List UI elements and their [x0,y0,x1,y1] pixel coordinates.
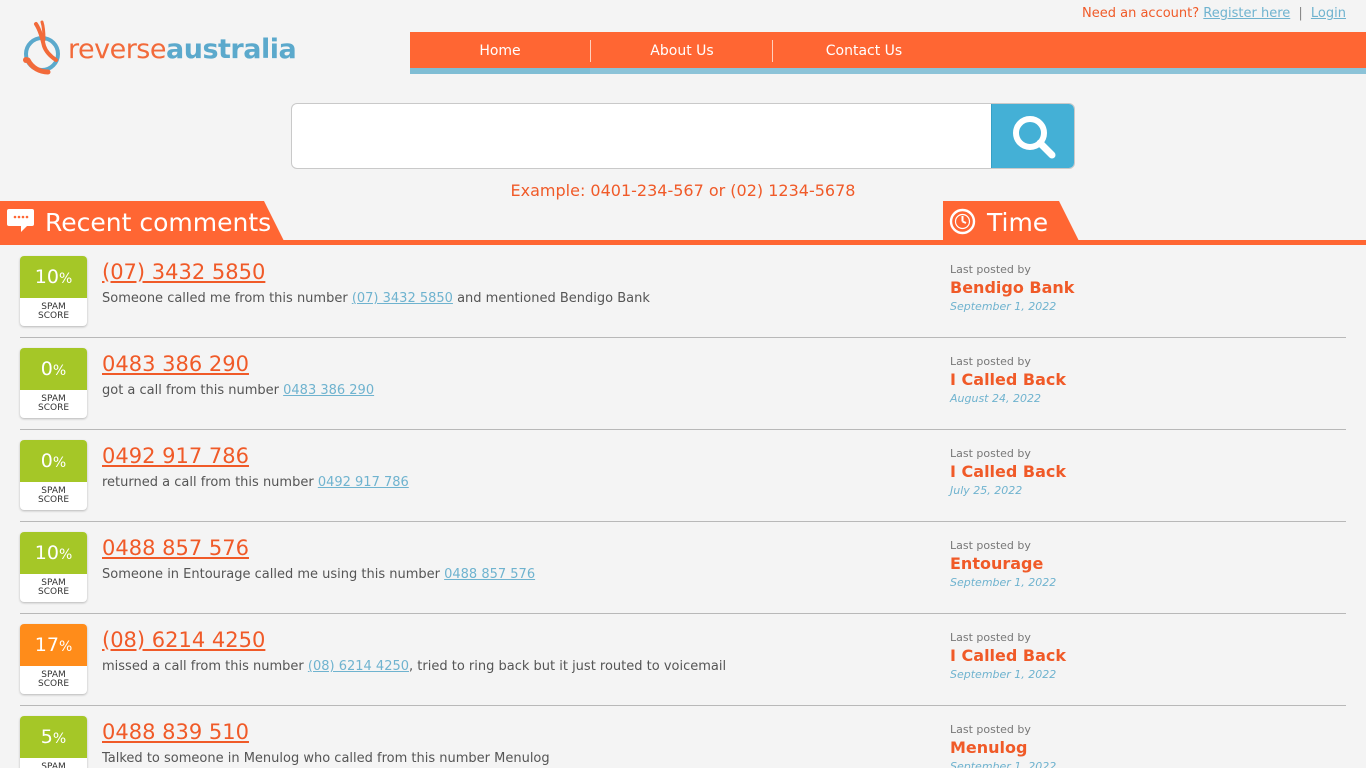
comment-row: 17% SPAM SCORE (08) 6214 4250 missed a call … [20,614,1346,706]
posted-info: Last posted by I Called Back July 25, 2022 [950,447,1066,497]
search-example: Example: 0401-234-567 or (02) 1234-5678 [510,181,856,200]
clock-icon [949,208,976,235]
search-button[interactable] [991,104,1074,168]
phone-number-link[interactable]: (07) 3432 5850 [102,260,265,284]
last-posted-label: Last posted by [950,263,1031,276]
posted-date: August 24, 2022 [950,392,1041,405]
comment-text: returned a call from this number 0492 91… [102,475,409,490]
posted-by-name[interactable]: Entourage [950,554,1056,573]
spam-score-badge: 10% SPAM SCORE [20,256,87,326]
time-title: Time [987,208,1049,237]
phone-number-link[interactable]: 0492 917 786 [102,444,249,468]
spam-score-badge: 0% SPAM SCORE [20,440,87,510]
time-header: Time [943,201,1081,241]
comment-row: 10% SPAM SCORE 0488 857 576 Someone in Entou… [20,522,1346,614]
login-link[interactable]: Login [1311,6,1346,21]
posted-date: September 1, 2022 [950,576,1057,589]
comment-text: got a call from this number 0483 386 290 [102,383,375,398]
posted-date: September 1, 2022 [950,760,1057,768]
kangaroo-phone-logo-icon [23,20,60,75]
comment-text: Talked to someone in Menulog who called … [102,751,550,766]
spam-score-badge: 5% SPAMSCORE [20,716,87,768]
comment-number-link[interactable]: (07) 3432 5850 [352,291,453,306]
last-posted-label: Last posted by [950,631,1031,644]
spam-score-value: 0% [20,440,87,482]
search-box [291,103,1075,169]
phone-number-link[interactable]: 0488 839 510 [102,720,249,744]
spam-score-caption: SPAMSCORE [37,578,70,597]
spam-score-value: 10% [20,532,87,574]
search-icon [1013,116,1056,159]
spam-score-value: 10% [20,256,87,298]
nav-contact-us[interactable]: Contact Us [774,32,954,68]
posted-date: September 1, 2022 [950,300,1057,313]
comment-row: 5% SPAMSCORE 0488 839 510 Talked to someone… [20,706,1346,768]
posted-date: July 25, 2022 [950,484,1023,497]
comment-row: 0% SPAM SCORE 0483 386 290 got a call from t… [20,338,1346,430]
search-input[interactable] [292,104,992,168]
comment-row: 0% SPAM SCORE 0492 917 786 returned a call f… [20,430,1346,522]
register-link[interactable]: Register here [1203,6,1290,21]
main-nav: Home About Us Contact Us [410,32,1366,74]
logo-text: reverseaustralia [68,34,297,65]
site-logo[interactable]: reverseaustralia [22,20,297,76]
comment-text: missed a call from this number (08) 6214… [102,659,727,674]
comment-number-link[interactable]: 0488 857 576 [444,567,535,582]
phone-number-link[interactable]: 0488 857 576 [102,536,249,560]
recent-comments-header: Recent comments [0,201,284,241]
spam-score-caption: SPAMSCORE [37,394,70,413]
account-prompt: Need an account? [1082,6,1200,21]
spam-score-caption: SPAMSCORE [37,302,70,321]
comment-number-link[interactable]: 0483 386 290 [283,383,374,398]
nav-divider [590,40,591,62]
spam-score-value: 17% [20,624,87,666]
posted-info: Last posted by I Called Back September 1, … [950,631,1066,681]
comment-number-link[interactable]: (08) 6214 4250 [308,659,409,674]
comment-row: 10% SPAM SCORE (07) 3432 5850 Someone called… [20,246,1346,338]
speech-bubble-icon [7,209,34,232]
last-posted-label: Last posted by [950,447,1031,460]
nav-about-us[interactable]: About Us [592,32,772,68]
posted-by-name[interactable]: I Called Back [950,370,1066,389]
spam-score-caption: SPAMSCORE [41,762,66,768]
posted-info: Last posted by Entourage September 1, 2022 [950,539,1056,589]
posted-by-name[interactable]: Menulog [950,738,1056,757]
comment-text: Someone in Entourage called me using thi… [102,567,536,582]
spam-score-caption: SPAMSCORE [37,486,70,505]
posted-date: September 1, 2022 [950,668,1057,681]
nav-divider [772,40,773,62]
phone-number-link[interactable]: (08) 6214 4250 [102,628,265,652]
spam-score-badge: 17% SPAM SCORE [20,624,87,694]
phone-number-link[interactable]: 0483 386 290 [102,352,249,376]
posted-by-name[interactable]: Bendigo Bank [950,278,1074,297]
last-posted-label: Last posted by [950,723,1031,736]
posted-info: Last posted by Bendigo Bank September 1, 2… [950,263,1074,313]
spam-score-badge: 10% SPAM SCORE [20,532,87,602]
nav-home[interactable]: Home [410,32,590,74]
posted-info: Last posted by I Called Back August 24, 20… [950,355,1066,405]
posted-info: Last posted by Menulog September 1, 2022 [950,723,1056,768]
last-posted-label: Last posted by [950,539,1031,552]
spam-score-value: 0% [20,348,87,390]
recent-comments-title: Recent comments [45,208,272,237]
account-bar: Need an account? Register here | Login [1082,6,1346,21]
posted-by-name[interactable]: I Called Back [950,646,1066,665]
comment-text: Someone called me from this number (07) … [102,291,650,306]
comment-number-link[interactable]: 0492 917 786 [318,475,409,490]
spam-score-badge: 0% SPAM SCORE [20,348,87,418]
spam-score-value: 5% [20,716,87,758]
posted-by-name[interactable]: I Called Back [950,462,1066,481]
account-separator: | [1298,6,1303,21]
last-posted-label: Last posted by [950,355,1031,368]
spam-score-caption: SPAMSCORE [37,670,70,689]
